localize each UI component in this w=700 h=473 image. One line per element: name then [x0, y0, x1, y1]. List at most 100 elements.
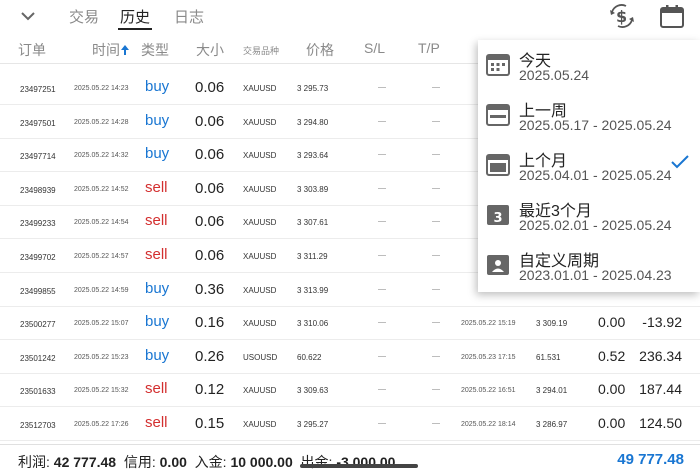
close-time: 2025.05.22 15:19 [461, 320, 516, 328]
volume: 0.12 [195, 381, 225, 399]
chevron-down-icon[interactable] [18, 7, 38, 25]
trade-type: sell [145, 414, 168, 431]
volume: 0.15 [195, 415, 225, 432]
trade-type: buy [145, 145, 170, 163]
table-row[interactable]: 23501633 2025.05.22 15:32 sell 0.12 XAUUSD 3 … [0, 373, 700, 408]
deposit-value: 10 000.00 [230, 454, 293, 470]
menu-item-range: 2025.02.01 - 2025.05.24 [519, 217, 672, 233]
svg-text:3: 3 [493, 211, 502, 226]
menu-item-last-week[interactable]: 上一周 2025.05.17 - 2025.05.24 [478, 90, 700, 140]
active-tab-indicator [118, 28, 152, 30]
tab-trade[interactable]: 交易 [69, 6, 99, 27]
credit-label: 信用: [123, 454, 156, 470]
volume: 0.26 [195, 347, 225, 365]
open-price: 3 309.63 [297, 386, 329, 396]
trade-type: buy [145, 346, 170, 364]
currency-exchange-icon[interactable]: $ [608, 2, 636, 30]
credit-value: 0.00 [159, 454, 187, 470]
close-price: 3 286.97 [536, 420, 568, 429]
order-id: 23497714 [20, 152, 56, 162]
sl-empty-dash [378, 423, 386, 424]
symbol: XAUUSD [243, 84, 277, 93]
menu-item-range: 2025.04.01 - 2025.05.24 [519, 167, 672, 183]
profit: -13.92 [642, 314, 682, 331]
open-time: 2025.05.22 15:23 [74, 353, 129, 361]
top-bar: 交易 历史 日志 $ [0, 0, 700, 32]
trade-type: buy [145, 78, 170, 95]
tp-empty-dash [432, 288, 440, 290]
volume: 0.06 [195, 146, 225, 164]
tab-journal[interactable]: 日志 [174, 6, 204, 27]
column-header-type[interactable]: 类型 [141, 40, 169, 60]
calendar-3-icon: 3 [487, 205, 509, 226]
column-header-time[interactable]: 时间 [92, 40, 120, 60]
volume: 0.16 [195, 314, 225, 332]
svg-text:$: $ [616, 7, 627, 26]
menu-item-range: 2023.01.01 - 2025.04.23 [519, 267, 672, 283]
sl-empty-dash [378, 154, 386, 156]
calendar-week-icon [486, 104, 510, 126]
tab-history[interactable]: 历史 [120, 6, 150, 27]
calendar-icon[interactable] [658, 2, 686, 30]
close-time: 2025.05.22 18:14 [461, 421, 516, 428]
open-price: 3 311.29 [297, 252, 328, 261]
open-time: 2025.05.22 14:59 [74, 286, 129, 294]
tp-empty-dash [432, 423, 440, 424]
open-price: 3 310.06 [297, 319, 329, 329]
table-row[interactable]: 23512703 2025.05.22 17:26 sell 0.15 XAUUSD 3 … [0, 407, 700, 441]
open-time: 2025.05.22 14:54 [74, 219, 129, 227]
swap: 0.00 [598, 314, 626, 331]
order-id: 23501633 [20, 387, 56, 397]
trade-type: sell [145, 246, 168, 263]
calendar-month-icon [486, 154, 510, 176]
horizontal-scrollbar[interactable] [300, 464, 418, 468]
symbol: USOUSD [243, 352, 278, 362]
tp-empty-dash [432, 221, 440, 223]
menu-item-today[interactable]: 今天 2025.05.24 [478, 40, 700, 90]
symbol: XAUUSD [243, 117, 277, 127]
open-price: 3 293.64 [297, 151, 329, 161]
tp-empty-dash [432, 154, 440, 156]
symbol: XAUUSD [243, 420, 277, 429]
sl-empty-dash [378, 87, 386, 88]
table-row[interactable]: 23500277 2025.05.22 15:07 buy 0.16 XAUUSD 3 3… [0, 306, 700, 341]
close-price: 61.531 [536, 352, 561, 362]
summary-text: 利润: 42 777.48 信用: 0.00 入金: 10 000.00 出金:… [18, 452, 395, 472]
table-row[interactable]: 23501242 2025.05.22 15:23 buy 0.26 USOUSD 60.… [0, 340, 700, 374]
open-time: 2025.05.22 15:07 [74, 320, 129, 328]
swap: 0.52 [598, 347, 626, 364]
menu-item-last-month[interactable]: 上个月 2025.04.01 - 2025.05.24 [478, 140, 700, 190]
close-time: 2025.05.22 16:51 [461, 387, 516, 395]
symbol: XAUUSD [243, 386, 277, 396]
profit: 124.50 [639, 415, 682, 431]
open-time: 2025.05.22 15:32 [74, 387, 129, 395]
volume: 0.06 [195, 179, 225, 197]
column-header-price[interactable]: 价格 [306, 40, 334, 60]
symbol: XAUUSD [243, 285, 277, 295]
column-header-tp[interactable]: T/P [418, 40, 440, 56]
tp-empty-dash [432, 322, 440, 324]
column-header-id[interactable]: 订单 [18, 40, 46, 60]
menu-item-last-3-months[interactable]: 3 最近3个月 2025.02.01 - 2025.05.24 [478, 190, 700, 240]
order-id: 23497501 [20, 118, 56, 128]
order-id: 23501242 [20, 353, 56, 363]
sort-ascending-icon [121, 45, 129, 55]
menu-item-custom-period[interactable]: 自定义周期 2023.01.01 - 2025.04.23 [478, 240, 700, 290]
trade-type: sell [145, 178, 168, 196]
symbol: XAUUSD [243, 151, 277, 161]
column-header-volume[interactable]: 大小 [196, 40, 224, 60]
sl-empty-dash [378, 389, 386, 391]
column-header-sl[interactable]: S/L [364, 40, 385, 56]
symbol: XAUUSD [243, 218, 277, 228]
order-id: 23499855 [20, 286, 56, 296]
open-price: 3 294.80 [297, 117, 329, 127]
profit-label: 利润: [18, 454, 50, 470]
trade-type: buy [145, 111, 170, 129]
profit: 187.44 [639, 381, 682, 398]
column-header-symbol[interactable]: 交易品种 [243, 44, 279, 57]
profit: 236.34 [639, 347, 682, 364]
volume: 0.06 [195, 112, 225, 130]
checkmark-icon [671, 155, 689, 169]
volume: 0.06 [195, 79, 225, 96]
sl-empty-dash [378, 120, 386, 122]
